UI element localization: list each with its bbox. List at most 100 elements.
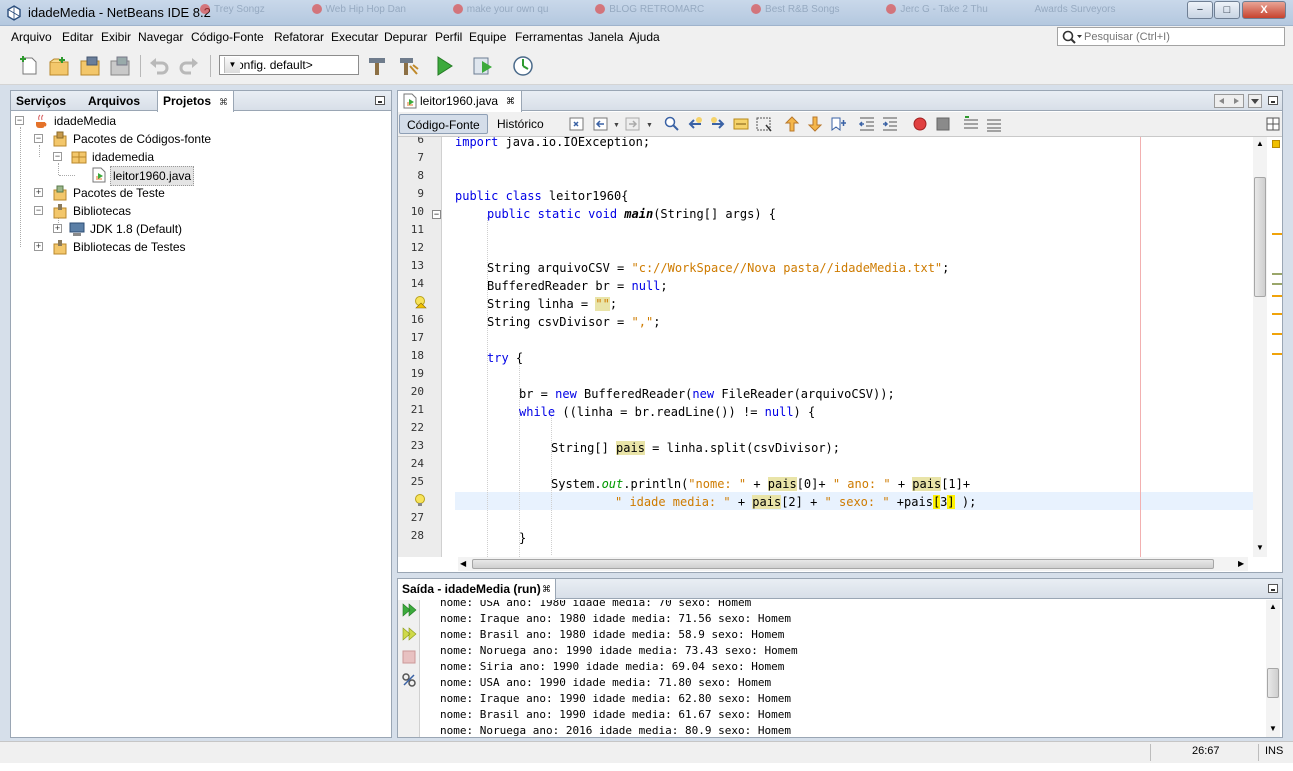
tab-projetos[interactable]: Projetos ⌘: [157, 91, 235, 112]
build-icon[interactable]: [365, 54, 389, 78]
settings-icon[interactable]: [401, 672, 417, 688]
forward-dropdown-icon[interactable]: ▼: [646, 122, 653, 129]
rectangular-selection-icon[interactable]: [755, 115, 773, 133]
scroll-down-icon[interactable]: ▼: [1256, 543, 1264, 552]
chevron-down-icon[interactable]: ▼: [224, 57, 240, 73]
close-tab-icon[interactable]: ⌘: [542, 579, 551, 599]
tree-node-test-packages[interactable]: + Pacotes de Teste: [34, 184, 384, 202]
previous-bookmark-icon[interactable]: [783, 115, 801, 133]
debug-icon[interactable]: [471, 54, 495, 78]
stripe-mark[interactable]: [1272, 333, 1282, 335]
menu-equipe[interactable]: Equipe: [467, 26, 508, 49]
menu-editar[interactable]: Editar: [60, 26, 95, 49]
maximize-button[interactable]: □: [1214, 1, 1240, 19]
rerun-with-params-icon[interactable]: [401, 626, 417, 642]
start-macro-recording-icon[interactable]: [911, 115, 929, 133]
editor-vertical-scrollbar[interactable]: ▲ ▼: [1253, 137, 1267, 557]
search-icon[interactable]: [1061, 29, 1083, 45]
maximize-editor-icon[interactable]: [1268, 96, 1278, 105]
editor-horizontal-scrollbar[interactable]: ◀ ▶: [458, 557, 1248, 571]
config-selector[interactable]: <config. default> ▼: [219, 55, 359, 75]
tree-node-source-packages[interactable]: − Pacotes de Códigos-fonte: [34, 130, 384, 148]
redo-icon[interactable]: [177, 54, 201, 78]
shift-line-right-icon[interactable]: [881, 115, 899, 133]
back-icon[interactable]: [592, 115, 610, 133]
menu-arquivo[interactable]: Arquivo: [9, 26, 54, 49]
menu-navegar[interactable]: Navegar: [136, 26, 185, 49]
expand-icon[interactable]: +: [53, 224, 62, 233]
close-project-icon[interactable]: [108, 54, 132, 78]
last-edit-icon[interactable]: [568, 115, 586, 133]
find-next-icon[interactable]: [709, 115, 727, 133]
stop-icon[interactable]: [401, 649, 417, 665]
scrollbar-thumb[interactable]: [1254, 177, 1266, 297]
menu-ajuda[interactable]: Ajuda: [627, 26, 662, 49]
close-tab-icon[interactable]: ⌘: [506, 91, 515, 111]
undo-icon[interactable]: [147, 54, 171, 78]
menu-codigo-fonte[interactable]: Código-Fonte: [189, 26, 266, 49]
toggle-bookmark-icon[interactable]: [829, 115, 847, 133]
tab-source[interactable]: Código-Fonte: [399, 114, 488, 134]
collapse-icon[interactable]: −: [34, 206, 43, 215]
quick-search[interactable]: [1057, 27, 1285, 46]
editor-tab[interactable]: leitor1960.java ⌘: [398, 91, 522, 112]
find-icon[interactable]: [663, 115, 681, 133]
close-button[interactable]: X: [1242, 1, 1286, 19]
scroll-down-icon[interactable]: ▼: [1269, 724, 1277, 733]
menu-exibir[interactable]: Exibir: [99, 26, 133, 49]
back-dropdown-icon[interactable]: ▼: [613, 122, 620, 129]
output-vertical-scrollbar[interactable]: ▲ ▼: [1266, 600, 1280, 737]
tree-node-project[interactable]: − idadeMedia: [15, 112, 385, 130]
shift-line-left-icon[interactable]: [858, 115, 876, 133]
expand-icon[interactable]: +: [34, 242, 43, 251]
scroll-left-icon[interactable]: ◀: [460, 559, 466, 568]
show-opened-documents-icon[interactable]: [1248, 94, 1262, 108]
minimize-panel-icon[interactable]: [1268, 584, 1278, 593]
stripe-mark[interactable]: [1272, 353, 1282, 355]
code-area[interactable]: └ import java.io.IOException; public cla…: [443, 137, 1253, 557]
minimize-button[interactable]: −: [1187, 1, 1213, 19]
stripe-mark[interactable]: [1272, 295, 1282, 297]
collapse-icon[interactable]: −: [53, 152, 62, 161]
tree-node-java-file[interactable]: leitor1960.java: [91, 166, 381, 186]
forward-icon[interactable]: [624, 115, 642, 133]
scroll-up-icon[interactable]: ▲: [1269, 602, 1277, 611]
fold-icon[interactable]: −: [432, 210, 441, 219]
rerun-icon[interactable]: [401, 602, 417, 618]
collapse-icon[interactable]: −: [34, 134, 43, 143]
new-project-icon[interactable]: [47, 54, 71, 78]
warning-bulb-icon[interactable]: [413, 295, 427, 309]
clean-build-icon[interactable]: [396, 54, 420, 78]
minimize-panel-icon[interactable]: [375, 96, 385, 105]
menu-executar[interactable]: Executar: [329, 26, 380, 49]
stripe-mark[interactable]: [1272, 283, 1282, 285]
search-input[interactable]: [1084, 29, 1282, 44]
menu-refatorar[interactable]: Refatorar: [272, 26, 326, 49]
next-bookmark-icon[interactable]: [806, 115, 824, 133]
open-project-icon[interactable]: [78, 54, 102, 78]
menu-perfil[interactable]: Perfil: [433, 26, 464, 49]
new-file-icon[interactable]: [17, 54, 41, 78]
comment-icon[interactable]: [962, 115, 980, 133]
expand-icon[interactable]: +: [34, 188, 43, 197]
stripe-mark[interactable]: [1272, 273, 1282, 275]
output-text[interactable]: nome: USA ano: 1980 idade media: 70 sexo…: [421, 600, 1265, 737]
close-tab-icon[interactable]: ⌘: [219, 97, 228, 107]
stripe-mark[interactable]: [1272, 233, 1282, 235]
scroll-tabs-icon[interactable]: [1214, 94, 1244, 108]
tree-node-test-libraries[interactable]: + Bibliotecas de Testes: [34, 238, 384, 256]
scrollbar-thumb[interactable]: [1267, 668, 1279, 698]
tab-history[interactable]: Histórico: [490, 114, 551, 134]
profile-icon[interactable]: [511, 54, 535, 78]
tree-node-package[interactable]: − idademedia: [53, 148, 383, 166]
menu-depurar[interactable]: Depurar: [382, 26, 429, 49]
scroll-right-icon[interactable]: ▶: [1238, 559, 1244, 568]
hint-bulb-icon[interactable]: [413, 493, 427, 507]
uncomment-icon[interactable]: [985, 115, 1003, 133]
collapse-icon[interactable]: −: [15, 116, 24, 125]
menu-janela[interactable]: Janela: [586, 26, 625, 49]
find-previous-icon[interactable]: [686, 115, 704, 133]
tab-servicos[interactable]: Serviços: [11, 91, 71, 111]
split-editor-icon[interactable]: [1266, 117, 1280, 131]
run-icon[interactable]: [432, 54, 456, 78]
